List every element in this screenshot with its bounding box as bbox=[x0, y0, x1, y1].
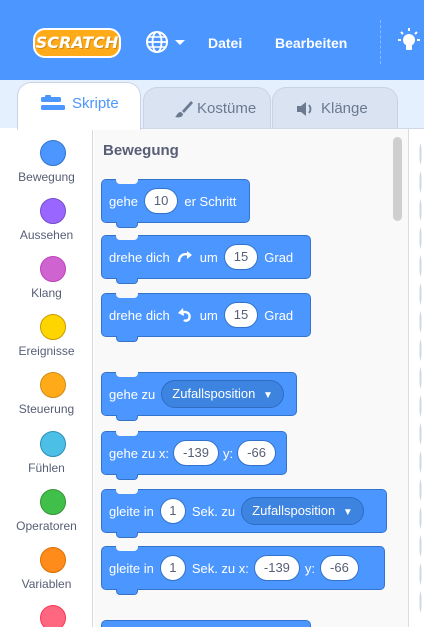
category-dot-icon bbox=[40, 198, 66, 224]
x-input[interactable]: -139 bbox=[253, 555, 300, 581]
degrees-input[interactable]: 15 bbox=[223, 302, 259, 328]
category-events[interactable]: Ereignisse bbox=[0, 306, 93, 364]
y-input[interactable]: -66 bbox=[237, 440, 276, 466]
category-dot-icon bbox=[40, 547, 66, 573]
seconds-input[interactable]: 1 bbox=[159, 498, 186, 524]
block-text: um bbox=[199, 307, 218, 323]
script-area-grid bbox=[419, 140, 422, 620]
block-glide-xy[interactable]: gleite in 1 Sek. zu x: -139 y: -66 bbox=[101, 546, 385, 595]
block-text: drehe dich bbox=[109, 249, 170, 265]
category-my-blocks[interactable] bbox=[0, 597, 93, 627]
rotate-left-icon bbox=[176, 307, 194, 323]
block-text: gehe zu bbox=[109, 386, 156, 402]
category-dot-icon bbox=[40, 140, 66, 166]
lightbulb-icon[interactable] bbox=[394, 27, 424, 57]
palette-scrollbar[interactable] bbox=[393, 137, 402, 221]
block-turn-right[interactable]: drehe dich um 15 Grad bbox=[101, 235, 311, 284]
tab-costumes-label: Kostüme bbox=[197, 100, 257, 117]
category-looks[interactable]: Aussehen bbox=[0, 190, 93, 248]
dropdown-value: Zufallsposition bbox=[172, 386, 256, 401]
caret-down-icon: ▼ bbox=[342, 507, 353, 518]
category-dot-icon bbox=[40, 372, 66, 398]
tab-sounds[interactable]: Klänge bbox=[272, 87, 398, 129]
block-text: um bbox=[199, 249, 218, 265]
block-go-to-xy[interactable]: gehe zu x: -139 y: -66 bbox=[101, 431, 287, 480]
block-text: Grad bbox=[264, 307, 294, 323]
globe-icon[interactable] bbox=[145, 29, 187, 55]
edit-menu[interactable]: Bearbeiten bbox=[275, 35, 347, 51]
block-turn-left[interactable]: drehe dich um 15 Grad bbox=[101, 293, 311, 342]
scratch-logo[interactable]: SCRATCH bbox=[33, 28, 121, 58]
file-menu[interactable]: Datei bbox=[208, 35, 242, 51]
block-text: gleite in bbox=[109, 560, 154, 576]
category-label: Fühlen bbox=[28, 461, 65, 475]
paintbrush-icon bbox=[174, 99, 194, 123]
category-menu: Bewegung Aussehen Klang Ereignisse Steue… bbox=[0, 128, 93, 627]
seconds-input[interactable]: 1 bbox=[159, 555, 186, 581]
target-dropdown[interactable]: Zufallsposition ▼ bbox=[161, 380, 284, 408]
block-text: Sek. zu bbox=[191, 503, 236, 519]
category-label: Bewegung bbox=[18, 170, 75, 184]
menu-divider bbox=[380, 20, 381, 64]
category-dot-icon bbox=[40, 256, 66, 282]
steps-input[interactable]: 10 bbox=[143, 188, 179, 214]
category-sound[interactable]: Klang bbox=[0, 248, 93, 306]
block-text: y: bbox=[223, 445, 234, 461]
degrees-input[interactable]: 15 bbox=[223, 244, 259, 270]
target-dropdown[interactable]: Zufallsposition ▼ bbox=[241, 497, 364, 525]
category-label: Variablen bbox=[21, 577, 72, 591]
block-text: gehe zu x: bbox=[109, 445, 169, 461]
block-text: er Schritt bbox=[184, 193, 237, 209]
block-text: Grad bbox=[264, 249, 294, 265]
tab-costumes[interactable]: Kostüme bbox=[143, 87, 271, 129]
category-dot-icon bbox=[40, 431, 66, 457]
block-glide-to[interactable]: gleite in 1 Sek. zu Zufallsposition ▼ bbox=[101, 489, 387, 538]
caret-down-icon: ▼ bbox=[263, 390, 273, 401]
y-input[interactable]: -66 bbox=[320, 555, 359, 581]
block-text: drehe dich bbox=[109, 307, 170, 323]
category-label: Operatoren bbox=[16, 519, 77, 533]
dropdown-value: Zufallsposition bbox=[252, 503, 336, 518]
category-label: Klang bbox=[31, 286, 62, 300]
block-go-to[interactable]: gehe zu Zufallsposition ▼ bbox=[101, 372, 297, 421]
palette-section-title: Bewegung bbox=[103, 142, 179, 159]
block-text: gehe bbox=[109, 193, 138, 209]
category-control[interactable]: Steuerung bbox=[0, 364, 93, 422]
category-operators[interactable]: Operatoren bbox=[0, 481, 93, 539]
category-sensing[interactable]: Fühlen bbox=[0, 423, 93, 481]
category-dot-icon bbox=[40, 314, 66, 340]
category-dot-icon bbox=[40, 489, 66, 515]
block-text: gleite in bbox=[109, 503, 154, 519]
tab-scripts-label: Skripte bbox=[72, 95, 119, 112]
category-label: Steuerung bbox=[18, 402, 75, 416]
block-partial[interactable] bbox=[101, 620, 311, 627]
tab-sounds-label: Klänge bbox=[321, 100, 368, 117]
category-label: Aussehen bbox=[19, 228, 74, 242]
category-label: Ereignisse bbox=[18, 344, 75, 358]
block-move-steps[interactable]: gehe 10 er Schritt bbox=[101, 179, 250, 228]
category-dot-icon bbox=[40, 605, 66, 627]
rotate-right-icon bbox=[176, 249, 194, 265]
category-variables[interactable]: Variablen bbox=[0, 539, 93, 597]
code-icon bbox=[40, 95, 66, 113]
x-input[interactable]: -139 bbox=[173, 440, 220, 466]
tab-scripts[interactable]: Skripte bbox=[17, 82, 141, 130]
category-motion[interactable]: Bewegung bbox=[0, 132, 93, 190]
block-text: y: bbox=[304, 560, 316, 576]
speaker-icon bbox=[295, 101, 317, 121]
block-text: Sek. zu x: bbox=[191, 560, 249, 576]
